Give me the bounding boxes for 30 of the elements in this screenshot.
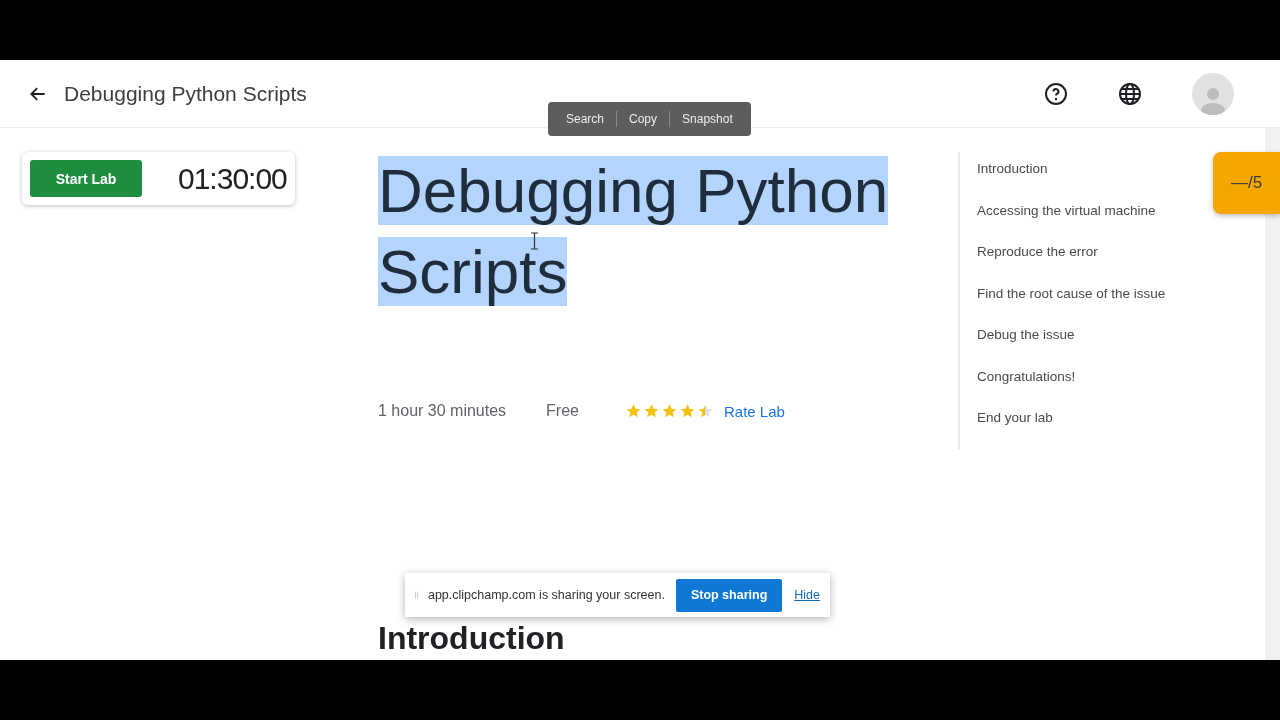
sharing-message: app.clipchamp.com is sharing your screen. xyxy=(427,588,665,602)
star-icon xyxy=(679,403,696,419)
popup-action[interactable]: Copy xyxy=(616,111,670,127)
star-icon xyxy=(643,403,660,419)
toc-link[interactable]: Reproduce the error xyxy=(977,243,1166,261)
toc-link[interactable]: Accessing the virtual machine xyxy=(977,201,1166,219)
lab-title: Debugging Python Scripts xyxy=(378,155,890,308)
start-lab-button[interactable]: Start Lab xyxy=(30,160,142,197)
page-title: Debugging Python Scripts xyxy=(64,81,308,106)
toc-link[interactable]: Find the root cause of the issue xyxy=(977,284,1166,302)
duration-text: 1 hour 30 minutes xyxy=(378,402,507,420)
timer: 01:30:00 xyxy=(178,161,287,196)
toc-link[interactable]: Introduction xyxy=(977,160,1166,178)
star-icon xyxy=(697,403,714,419)
popup-action[interactable]: Snapshot xyxy=(669,111,745,127)
popup-action[interactable]: Search xyxy=(554,111,617,127)
star-icon xyxy=(661,403,678,419)
globe-icon[interactable] xyxy=(1118,81,1142,106)
hide-link[interactable]: Hide xyxy=(794,588,820,602)
star-icon xyxy=(625,403,642,419)
progress-badge[interactable]: —/5 xyxy=(1213,152,1280,214)
toc-link[interactable]: Debug the issue xyxy=(977,326,1166,344)
rate-lab-link[interactable]: Rate Lab xyxy=(724,402,785,420)
toc-link[interactable]: Congratulations! xyxy=(977,367,1166,385)
text-cursor-icon xyxy=(530,232,539,250)
help-icon[interactable] xyxy=(1044,81,1068,106)
price-text: Free xyxy=(546,402,579,420)
section-heading: Introduction xyxy=(378,620,566,657)
stop-sharing-button[interactable]: Stop sharing xyxy=(675,578,783,612)
toc-link[interactable]: End your lab xyxy=(977,409,1166,427)
